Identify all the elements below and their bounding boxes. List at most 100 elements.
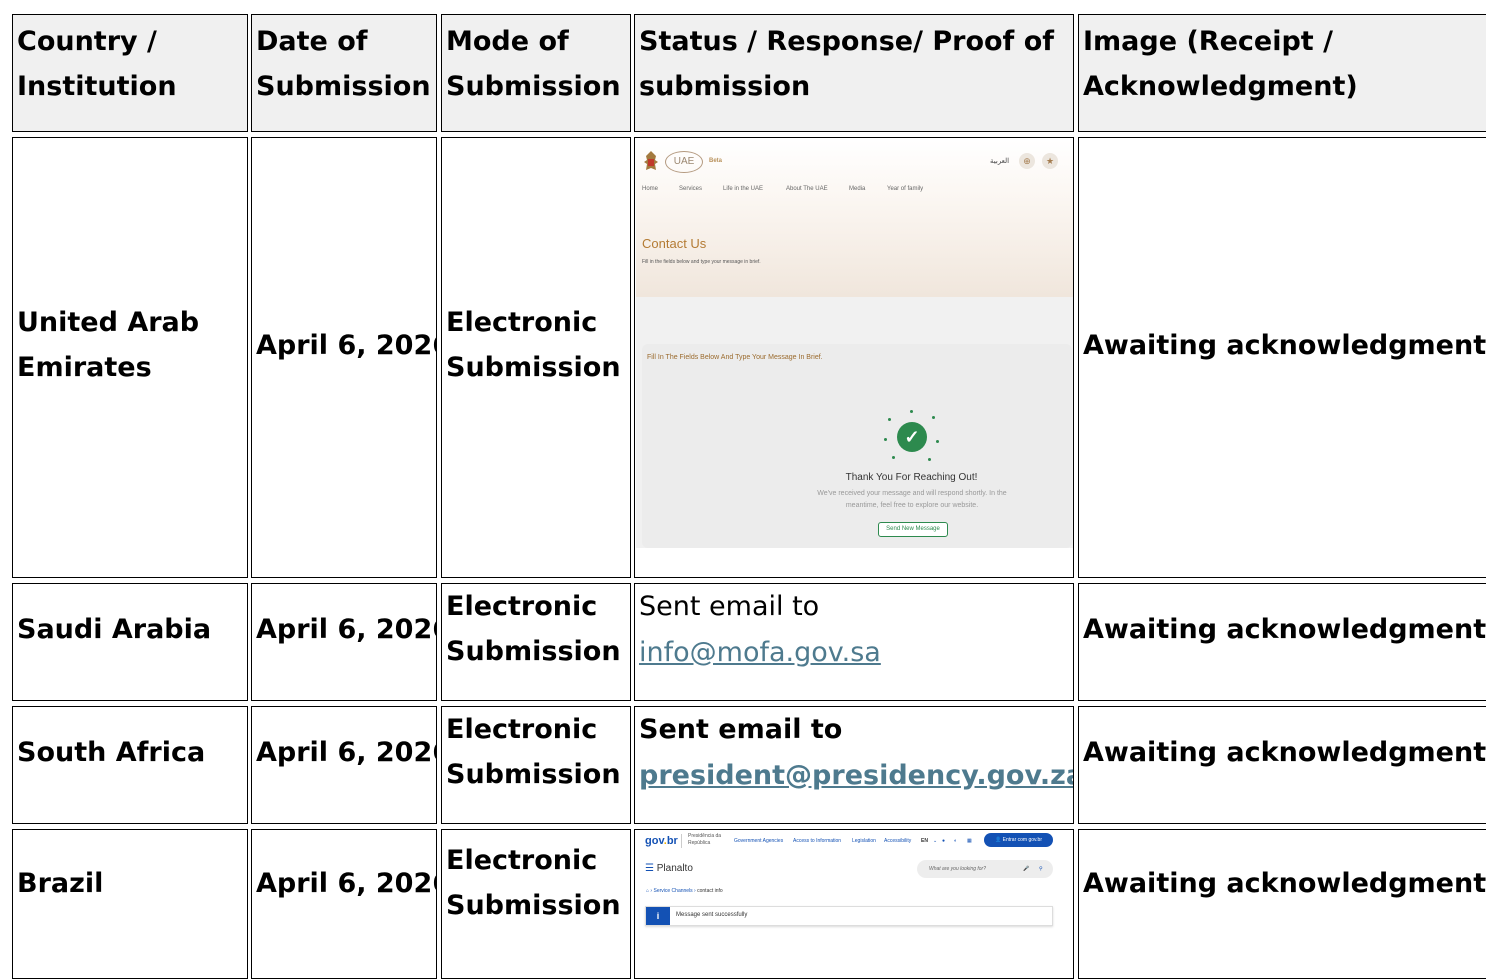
uae-thanks-line2: meantime, feel free to explore our websi… — [845, 502, 979, 509]
uae-emblem-icon — [644, 151, 658, 170]
uae-beta-label: Beta — [709, 158, 723, 164]
confetti-dot — [932, 416, 935, 419]
confetti-dot — [888, 418, 891, 421]
table-row-uae-date: April 6, 2026 — [251, 137, 437, 578]
chevron-down-icon: ⌄ — [933, 838, 938, 844]
uae-contact-intro: Fill in the fields below and type your m… — [642, 259, 761, 265]
uae-nav-family: Year of family — [887, 186, 924, 192]
table-row-saudi-image: Awaiting acknowledgment. — [1078, 583, 1486, 701]
email-link[interactable]: president@presidency.gov.za — [639, 753, 1073, 798]
uae-thanks-heading: Thank You For Reaching Out! — [845, 472, 978, 483]
image-text: Awaiting acknowledgment. — [1083, 737, 1486, 768]
br-search-input: What are you looking for? 🎤 ⚲ — [917, 860, 1053, 878]
success-check-icon: ✓ — [897, 422, 927, 452]
date-text: April 6, 2026 — [256, 737, 437, 768]
header-date-text: Date of Submission — [256, 26, 431, 102]
govbr-logo: gov.br — [645, 835, 678, 847]
table-row-sa-image: Awaiting acknowledgment. — [1078, 706, 1486, 824]
country-text: United Arab Emirates — [17, 307, 200, 383]
confetti-dot — [928, 458, 931, 461]
globe-icon: ⊕ — [1019, 153, 1035, 169]
uae-contact-heading: Contact Us — [642, 236, 707, 251]
uae-form-card — [642, 344, 1072, 548]
br-link-agencies: Government Agencies — [734, 838, 784, 844]
br-lang: EN — [921, 838, 928, 844]
uae-logo: UAE — [665, 151, 703, 173]
date-text: April 6, 2026 — [256, 868, 437, 899]
divider — [681, 834, 682, 848]
confetti-dot — [936, 440, 939, 443]
uae-nav-media: Media — [849, 186, 866, 192]
header-mode: Mode of Submission — [441, 14, 631, 132]
table-row-brazil-date: April 6, 2026 — [251, 829, 437, 979]
table-row-saudi-mode: Electronic Submission — [441, 583, 631, 701]
table-row-sa-mode: Electronic Submission — [441, 706, 631, 824]
uae-send-new-message-button: Send New Message — [878, 522, 948, 537]
header-mode-text: Mode of Submission — [446, 26, 621, 102]
entrar-govbr-button: 👤 Entrar com gov.br — [984, 833, 1053, 847]
table-row-sa-date: April 6, 2026 — [251, 706, 437, 824]
confetti-dot — [910, 410, 913, 413]
uae-card-title: Fill In The Fields Below And Type Your M… — [647, 354, 823, 361]
br-alert-text: Message sent successfully — [676, 912, 748, 918]
mode-text: Electronic Submission — [446, 714, 621, 790]
mic-icon: 🎤 — [1023, 866, 1030, 872]
water-drop-icon: ● — [942, 838, 946, 844]
br-link-accessibility: Accessibility — [884, 838, 912, 844]
uae-contact-screenshot: UAE Beta العربية ⊕ ★ Home Services Life … — [636, 140, 1073, 548]
date-text: April 6, 2026 — [256, 330, 437, 361]
country-text: South Africa — [17, 737, 206, 768]
uae-nav-home: Home — [642, 186, 659, 192]
presidencia-label: Presidência da República — [688, 833, 722, 846]
header-image-text: Image (Receipt / Acknowledgment) — [1083, 26, 1358, 102]
table-row-saudi-date: April 6, 2026 — [251, 583, 437, 701]
table-row-brazil-image: Awaiting acknowledgment. — [1078, 829, 1486, 979]
star-icon: ★ — [1042, 153, 1058, 169]
email-link[interactable]: info@mofa.gov.sa — [639, 630, 1071, 675]
table-row-uae-image: Awaiting acknowledgment. — [1078, 137, 1486, 578]
uae-thanks-line1: We've received your message and will res… — [817, 490, 1007, 497]
brazil-contact-screenshot: gov.br Presidência da República Governmen… — [636, 830, 1073, 962]
contrast-icon: ◐ — [954, 838, 958, 844]
br-link-access: Access to Information — [793, 838, 842, 844]
search-icon: ⚲ — [1039, 866, 1043, 872]
table-row-saudi-status: Sent email to info@mofa.gov.sa — [634, 583, 1074, 701]
header-country: Country / Institution — [12, 14, 248, 132]
status-text: Sent email to — [639, 591, 820, 622]
country-text: Brazil — [17, 868, 104, 899]
user-icon: 👤 — [995, 837, 1002, 843]
header-date: Date of Submission — [251, 14, 437, 132]
country-text: Saudi Arabia — [17, 614, 212, 645]
table-row-uae-mode: Electronic Submission — [441, 137, 631, 578]
uae-language-link: العربية — [990, 158, 1010, 165]
image-text: Awaiting acknowledgment. — [1083, 868, 1486, 899]
header-image: Image (Receipt / Acknowledgment) — [1078, 14, 1486, 132]
mode-text: Electronic Submission — [446, 307, 621, 383]
table-row-brazil-country: Brazil — [12, 829, 248, 979]
uae-nav-life: Life in the UAE — [723, 186, 764, 192]
br-menu: ☰ Planalto — [645, 863, 693, 874]
confetti-dot — [884, 438, 887, 441]
br-success-alert: i Message sent successfully — [645, 906, 1053, 926]
mode-text: Electronic Submission — [446, 845, 621, 921]
grid-icon: ▦ — [967, 838, 972, 844]
table-row-sa-country: South Africa — [12, 706, 248, 824]
uae-nav-services: Services — [679, 186, 703, 192]
confetti-dot — [892, 456, 895, 459]
uae-nav-about: About The UAE — [786, 186, 828, 192]
image-text: Awaiting acknowledgment. — [1083, 330, 1486, 361]
date-text: April 6, 2026 — [256, 614, 437, 645]
br-link-legislation: Legislation — [852, 838, 876, 844]
header-country-text: Country / Institution — [17, 26, 177, 102]
mode-text: Electronic Submission — [446, 591, 621, 667]
status-text: Sent email to — [639, 714, 843, 745]
home-icon: ⌂ — [646, 888, 650, 894]
header-status-text: Status / Response/ Proof of submission — [639, 26, 1054, 102]
header-status: Status / Response/ Proof of submission — [634, 14, 1074, 132]
info-icon: i — [646, 907, 670, 925]
table-row-saudi-country: Saudi Arabia — [12, 583, 248, 701]
image-text: Awaiting acknowledgment. — [1083, 614, 1486, 645]
table-row-brazil-mode: Electronic Submission — [441, 829, 631, 979]
table-row-uae-country: United Arab Emirates — [12, 137, 248, 578]
table-row-sa-status: Sent email to president@presidency.gov.z… — [634, 706, 1074, 824]
